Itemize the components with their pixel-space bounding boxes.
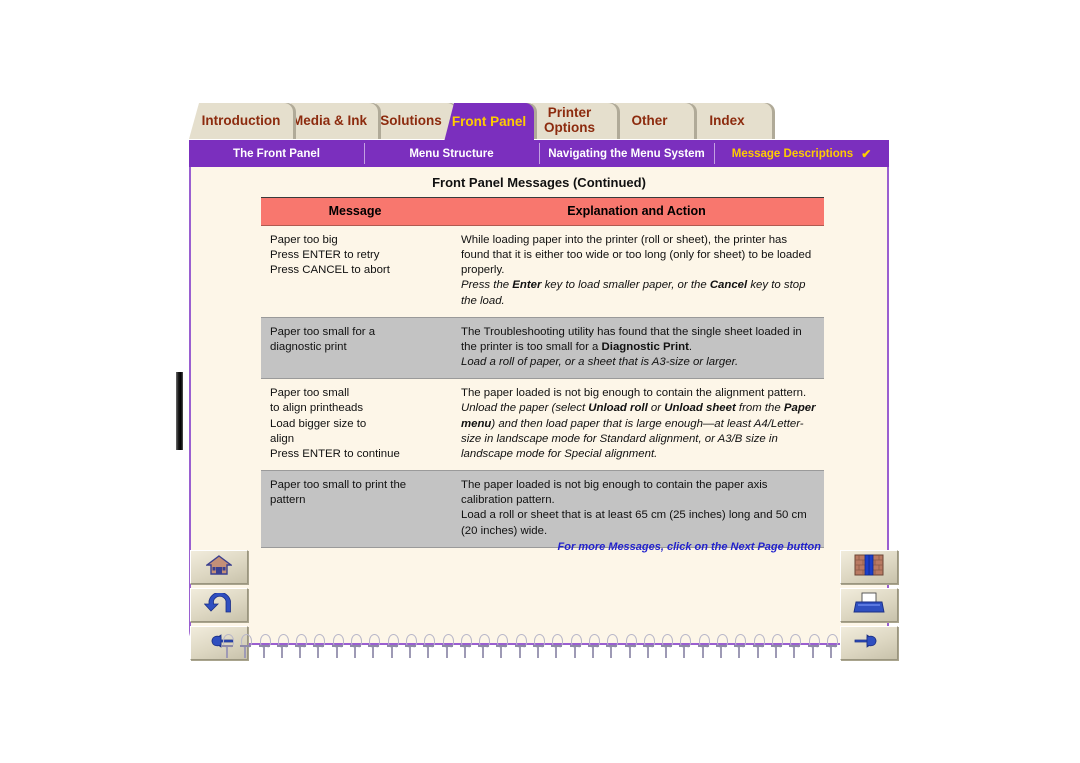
page-title: Front Panel Messages (Continued) [432, 175, 646, 190]
main-tab-bar: Introduction Media & Ink Solutions Front Pa… [189, 103, 889, 142]
binding-coil [423, 634, 436, 658]
table-row: Paper too big Press ENTER to retry Press C… [261, 225, 824, 318]
document-page: Front Panel Messages (Continued) Message… [189, 167, 889, 645]
binding-coil [716, 634, 729, 658]
binding-coil [752, 634, 765, 658]
next-page-hand-icon [854, 632, 884, 655]
binding-coil [606, 634, 619, 658]
binding-coil [240, 634, 253, 658]
cell-explanation: The Troubleshooting utility has found th… [449, 317, 824, 380]
binding-coil [679, 634, 692, 658]
cell-message: Paper too small to print the pattern [261, 470, 449, 548]
binding-coil [789, 634, 802, 658]
table-row: Paper too small to align printheads Load b… [261, 378, 824, 472]
sub-navigation-bar: The Front Panel Menu Structure Navigating … [189, 140, 889, 167]
binding-coil [734, 634, 747, 658]
back-button[interactable] [190, 588, 248, 622]
subnav-item-2[interactable]: Navigating the Menu System [539, 140, 714, 167]
binding-coil [331, 634, 344, 658]
binding-coil [514, 634, 527, 658]
binding-coil [222, 634, 234, 658]
subnav-item-label: Menu Structure [409, 147, 494, 160]
check-icon: ✔ [861, 146, 872, 161]
subnav-item-3[interactable]: Message Descriptions ✔ [714, 140, 889, 167]
spiral-binding [222, 634, 838, 660]
printer-icon [853, 592, 885, 619]
cell-message: Paper too small to align printheads Load b… [261, 378, 449, 472]
binding-coil [496, 634, 509, 658]
binding-coil [551, 634, 564, 658]
column-header-message: Message [261, 197, 449, 226]
tab-introduction[interactable]: Introduction [189, 103, 293, 139]
index-bookshelf-icon [854, 554, 884, 581]
binding-coil [386, 634, 399, 658]
binding-coil [441, 634, 454, 658]
binding-coil [368, 634, 381, 658]
cell-message: Paper too small for a diagnostic print [261, 317, 449, 380]
binding-coil [295, 634, 308, 658]
table-body: Paper too big Press ENTER to retry Press C… [261, 225, 824, 548]
binding-coil [587, 634, 600, 658]
back-arrow-icon [203, 591, 234, 618]
subnav-item-1[interactable]: Menu Structure [364, 140, 539, 167]
print-button[interactable] [840, 588, 898, 622]
cell-explanation: While loading paper into the printer (ro… [449, 225, 824, 318]
binding-coil [770, 634, 783, 658]
home-button[interactable] [190, 550, 248, 584]
cell-explanation: The paper loaded is not big enough to co… [449, 378, 824, 472]
binding-coil [624, 634, 637, 658]
binding-coil [350, 634, 363, 658]
table-row: Paper too small for a diagnostic print The… [261, 317, 824, 380]
table-header-row: Message Explanation and Action [261, 197, 824, 226]
home-icon [204, 554, 234, 580]
binding-coil [313, 634, 326, 658]
subnav-item-label: Navigating the Menu System [548, 147, 705, 160]
binding-coil [807, 634, 820, 658]
next-page-hint: For more Messages, click on the Next Pag… [557, 541, 821, 553]
binding-coil [478, 634, 491, 658]
tab-front-panel[interactable]: Front Panel [444, 103, 534, 142]
front-panel-messages-table: Message Explanation and Action Paper too… [261, 197, 824, 548]
binding-coil [258, 634, 271, 658]
binding-coil [697, 634, 710, 658]
cell-message: Paper too big Press ENTER to retry Press C… [261, 225, 449, 318]
subnav-item-label: Message Descriptions [731, 147, 854, 160]
column-header-explanation: Explanation and Action [449, 197, 824, 226]
tab-label: Front Panel [451, 114, 527, 130]
binding-coil [642, 634, 655, 658]
binding-coil [825, 634, 838, 658]
chapter-bookmark-tab [176, 372, 183, 450]
cell-explanation: The paper loaded is not big enough to co… [449, 470, 824, 548]
binding-coil [459, 634, 472, 658]
binding-coil [661, 634, 674, 658]
subnav-item-0[interactable]: The Front Panel [189, 140, 364, 167]
index-button[interactable] [840, 550, 898, 584]
tab-label: Introduction [201, 112, 281, 128]
subnav-item-label: The Front Panel [233, 147, 320, 160]
next-page-button[interactable] [840, 626, 898, 660]
binding-coil [404, 634, 417, 658]
table-row: Paper too small to print the pattern The p… [261, 470, 824, 548]
binding-coil [569, 634, 582, 658]
binding-coil [533, 634, 546, 658]
binding-coil [276, 634, 289, 658]
